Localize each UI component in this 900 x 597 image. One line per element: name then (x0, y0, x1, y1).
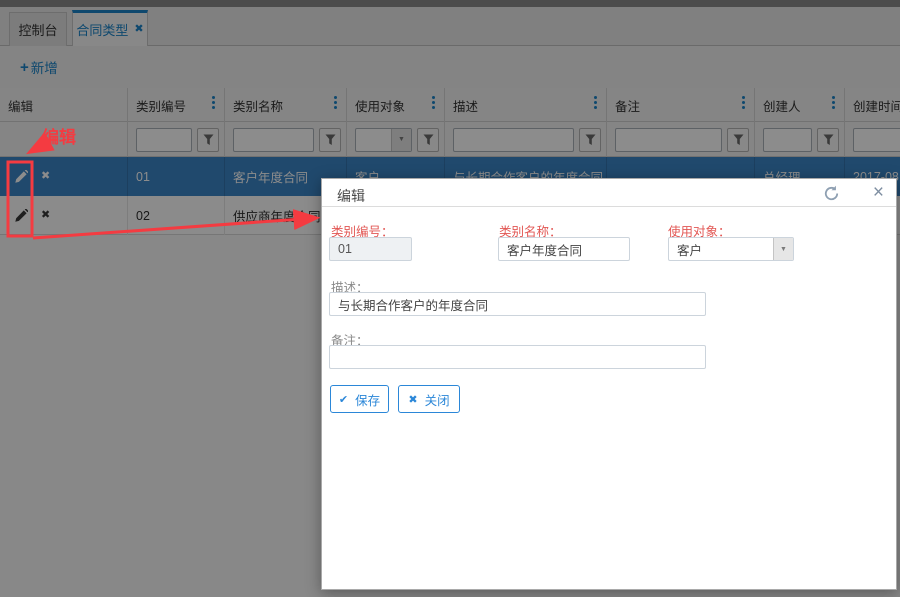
code-field[interactable] (329, 237, 412, 261)
app-window: 控制台 合同类型 ✖ + 新增 编辑 类别编号 类别名称 使用对象 描述 备注 … (0, 0, 900, 597)
check-icon: ✔ (338, 393, 349, 406)
x-icon: ✖ (408, 393, 418, 406)
name-field[interactable] (498, 237, 630, 261)
target-select[interactable]: 客户 ▼ (668, 237, 794, 261)
desc-field[interactable] (329, 292, 706, 316)
save-button[interactable]: ✔ 保存 (330, 385, 389, 413)
remark-field[interactable] (329, 345, 706, 369)
close-button[interactable]: ✖ 关闭 (398, 385, 460, 413)
dropdown-arrow-icon[interactable]: ▼ (773, 238, 793, 260)
dialog-header: 编辑 × (322, 179, 896, 207)
dialog-close-icon[interactable]: × (873, 181, 884, 205)
edit-dialog: 编辑 × 类别编号： 类别名称： 使用对象： 客户 ▼ 描述： 备注： ✔ 保存 (321, 178, 897, 590)
dialog-title: 编辑 (337, 188, 365, 204)
refresh-icon[interactable] (823, 185, 840, 202)
